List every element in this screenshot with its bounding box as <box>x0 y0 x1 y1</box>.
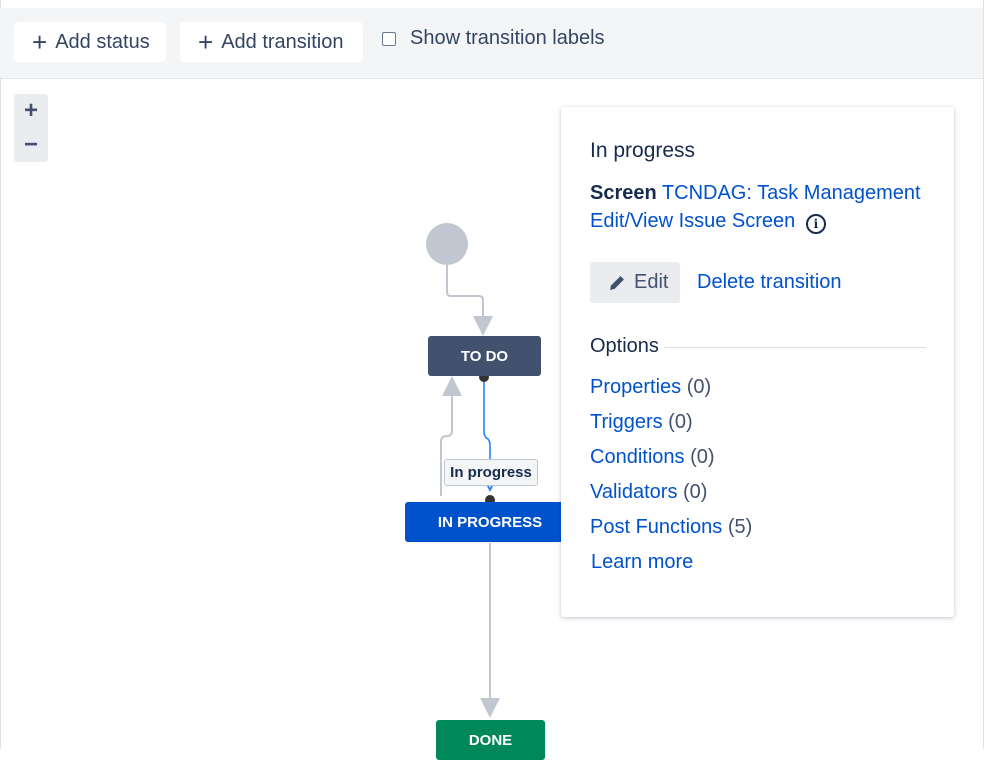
status-node-in-progress[interactable]: IN PROGRESS <box>405 502 575 542</box>
properties-link[interactable]: Properties <box>590 376 681 398</box>
option-triggers: Triggers (0) <box>590 411 752 446</box>
validators-link[interactable]: Validators <box>590 481 677 503</box>
panel-title: In progress <box>590 139 696 162</box>
delete-transition-link[interactable]: Delete transition <box>697 271 842 294</box>
post-functions-count: (5) <box>727 516 753 538</box>
options-list: Properties (0) Triggers (0) Conditions (… <box>590 376 752 551</box>
triggers-count: (0) <box>668 411 693 433</box>
option-post-functions: Post Functions (5) <box>590 516 752 551</box>
learn-more-link[interactable]: Learn more <box>591 551 693 574</box>
transition-label[interactable]: In progress <box>444 459 538 486</box>
initial-transition-line <box>446 265 493 336</box>
conditions-count: (0) <box>690 446 715 468</box>
screen-label: Screen <box>590 182 657 204</box>
properties-count: (0) <box>686 376 712 398</box>
option-validators: Validators (0) <box>590 481 752 516</box>
edit-label: Edit <box>634 271 669 293</box>
option-properties: Properties (0) <box>590 376 752 411</box>
info-icon[interactable]: i <box>805 214 826 234</box>
conditions-link[interactable]: Conditions <box>590 446 685 468</box>
screen-row: Screen TCNDAG: Task Management Edit/View… <box>590 179 930 235</box>
transition-details-panel: In progress Screen TCNDAG: Task Manageme… <box>561 107 954 617</box>
options-heading: Options <box>590 335 659 357</box>
triggers-link[interactable]: Triggers <box>590 411 663 433</box>
options-divider <box>664 347 926 348</box>
pencil-icon <box>610 275 624 290</box>
option-conditions: Conditions (0) <box>590 446 752 481</box>
status-node-done[interactable]: DONE <box>436 720 545 760</box>
start-node[interactable] <box>426 223 468 265</box>
status-node-todo[interactable]: TO DO <box>428 336 541 376</box>
post-functions-link[interactable]: Post Functions <box>590 516 722 538</box>
edit-button[interactable]: Edit <box>590 262 680 303</box>
validators-count: (0) <box>683 481 708 503</box>
